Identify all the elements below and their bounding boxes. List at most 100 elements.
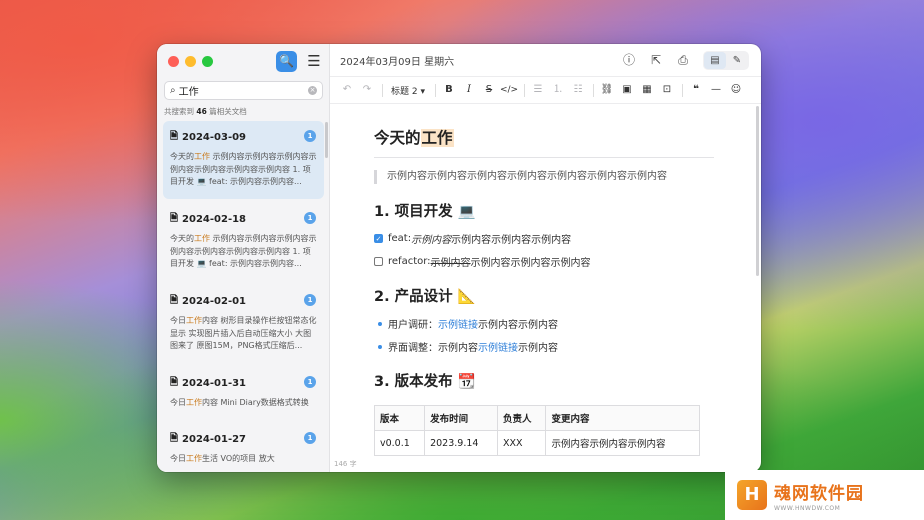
blockquote: 示例内容示例内容示例内容示例内容示例内容示例内容示例内容: [374, 170, 714, 184]
menu-button[interactable]: ☰: [305, 51, 323, 72]
print-icon[interactable]: ⎙: [673, 51, 693, 70]
doc-snippet: 今日工作内容 Mini Diary数据格式转换: [170, 398, 309, 407]
doc-date: 2024-01-31: [182, 378, 247, 389]
redo-icon[interactable]: ↷: [358, 81, 376, 99]
document-icon: 🗎: [170, 433, 179, 444]
format-toolbar: ↶ ↷ 标题 2 ▾ B I S </> ☰ ⒈ ☷ ⛓ ▣ ▦ ⊡ ❝ — ☺: [330, 77, 761, 104]
view-mode-toggle: ▤ ✎: [703, 51, 749, 70]
section-heading: 1. 项目开发 💻: [374, 204, 476, 220]
document-icon: 🗎: [170, 295, 179, 306]
read-mode-icon[interactable]: ▤: [704, 52, 726, 69]
match-count-badge: 1: [304, 432, 316, 444]
doc-snippet: 今天的工作 示例内容示例内容示例内容示例内容示例内容示例内容示例内容 1. 项目…: [170, 234, 317, 268]
toolbar-divider: [592, 83, 594, 97]
task-item: refactor: 示例内容 示例内容示例内容示例内容: [374, 254, 714, 269]
window-controls: [168, 56, 213, 67]
editor-header: 2024年03月09日 星期六 ⓘ ⇱ ⎙ ▤ ✎: [330, 44, 761, 77]
image-icon[interactable]: ▣: [618, 81, 636, 99]
table-header: 版本: [373, 405, 426, 431]
ordered-list-icon[interactable]: ⒈: [549, 81, 567, 99]
toolbar-divider: [681, 83, 683, 97]
editor-scrollbar[interactable]: [756, 106, 759, 276]
undo-icon[interactable]: ↶: [338, 81, 356, 99]
italic-icon[interactable]: I: [460, 81, 478, 99]
search-icon: 🔍: [279, 54, 294, 68]
table-cell: v0.0.1: [373, 430, 426, 456]
heading-select[interactable]: 标题 2 ▾: [387, 84, 429, 97]
menu-icon: ☰: [307, 52, 321, 70]
zoom-window-button[interactable]: [202, 56, 213, 67]
task-list-icon[interactable]: ☷: [569, 81, 587, 99]
editor-content[interactable]: 今天的工作 示例内容示例内容示例内容示例内容示例内容示例内容示例内容 1. 项目…: [373, 126, 714, 456]
export-icon[interactable]: ⇱: [646, 51, 666, 70]
bullet-dot: [378, 344, 382, 349]
search-result-count: 共搜索到 46 篇相关文档: [164, 107, 247, 116]
watermark-url: WWW.HNWDW.COM: [774, 504, 841, 512]
watermark-title: 魂网软件园: [774, 483, 864, 504]
doc-date-title: 2024年03月09日 星期六: [340, 56, 455, 68]
watermark: H 魂网软件园 WWW.HNWDW.COM: [725, 470, 924, 520]
quote-icon[interactable]: ❝: [687, 81, 705, 99]
close-window-button[interactable]: [168, 56, 179, 67]
doc-snippet: 今日工作内容 树形目录操作栏按钮常态化显示 实现图片插入后自动压缩大小 大图图来…: [170, 316, 317, 350]
magnifier-icon: ⌕: [170, 85, 176, 96]
doc-date: 2024-03-09: [182, 132, 247, 143]
bullet-dot: [378, 321, 382, 326]
doc-snippet: 今天的工作 示例内容示例内容示例内容示例内容示例内容示例内容示例内容 1. 项目…: [170, 152, 317, 186]
section-heading: 2. 产品设计 📐: [374, 289, 476, 305]
match-count-badge: 1: [304, 212, 316, 224]
table-header: 发布时间: [424, 405, 498, 431]
toolbar-divider: [382, 83, 383, 97]
horizontal-rule-icon[interactable]: —: [707, 81, 725, 99]
sidebar-scrollbar[interactable]: [325, 122, 328, 158]
bold-icon[interactable]: B: [440, 81, 458, 99]
table-cell: XXX: [496, 430, 547, 456]
table-header: 负责人: [496, 405, 547, 431]
document-icon: 🗎: [170, 131, 179, 142]
minimize-window-button[interactable]: [185, 56, 196, 67]
document-icon: 🗎: [170, 213, 179, 224]
doc-item[interactable]: 🗎 2024-02-18 1 今天的工作 示例内容示例内容示例内容示例内容示例内容…: [163, 203, 324, 281]
match-count-badge: 1: [304, 130, 316, 142]
doc-item[interactable]: 🗎 2024-03-09 1 今天的工作 示例内容示例内容示例内容示例内容示例内容…: [163, 121, 324, 199]
section-heading: 3. 版本发布 📆: [374, 374, 476, 390]
doc-date: 2024-02-01: [182, 296, 247, 307]
doc-link[interactable]: 示例链接: [478, 339, 518, 354]
doc-list: 🗎 2024-03-09 1 今天的工作 示例内容示例内容示例内容示例内容示例内容…: [163, 121, 324, 472]
table-cell: 示例内容示例内容示例内容: [545, 430, 700, 456]
doc-item[interactable]: 🗎 2024-02-01 1 今日工作内容 树形目录操作栏按钮常态化显示 实现图片…: [163, 285, 324, 363]
link-icon[interactable]: ⛓: [598, 81, 616, 99]
task-checkbox[interactable]: ✓: [374, 234, 383, 243]
bullet-list-icon[interactable]: ☰: [529, 81, 547, 99]
editor-pane: 2024年03月09日 星期六 ⓘ ⇱ ⎙ ▤ ✎ ↶ ↷ 标题 2 ▾ B I…: [330, 44, 761, 472]
word-count: 146 字: [334, 460, 357, 468]
doc-snippet: 今日工作生活 VO的项目 放大: [170, 454, 275, 463]
release-table: 版本 发布时间 负责人 变更内容 v0.0.1 2023.9.14 XXX 示例…: [373, 405, 700, 456]
search-input[interactable]: [178, 85, 308, 96]
doc-item[interactable]: 🗎 2024-01-27 1 今日工作生活 VO的项目 放大: [163, 423, 324, 472]
list-item: 界面调整：示例内容 示例链接 示例内容: [374, 339, 714, 354]
emoji-icon[interactable]: ☺: [727, 81, 745, 99]
table-cell: 2023.9.14: [424, 430, 498, 456]
doc-item[interactable]: 🗎 2024-01-31 1 今日工作内容 Mini Diary数据格式转换: [163, 367, 324, 419]
doc-link[interactable]: 示例链接: [438, 316, 478, 331]
doc-title: 今天的工作: [374, 126, 714, 158]
table-icon[interactable]: ▦: [638, 81, 656, 99]
clear-search-icon[interactable]: ×: [308, 86, 317, 95]
strikethrough-icon[interactable]: S: [480, 81, 498, 99]
document-icon: 🗎: [170, 377, 179, 388]
table-row: v0.0.1 2023.9.14 XXX 示例内容示例内容示例内容: [373, 430, 700, 456]
search-box: ⌕ ×: [164, 81, 323, 100]
embed-icon[interactable]: ⊡: [658, 81, 676, 99]
header-actions: ⓘ ⇱ ⎙ ▤ ✎: [612, 51, 749, 70]
toolbar-divider: [434, 83, 436, 97]
task-checkbox[interactable]: [374, 257, 383, 266]
sidebar: 🔍 ☰ ⌕ × 共搜索到 46 篇相关文档 🗎2024-03-09 1 今天的工…: [157, 44, 330, 472]
edit-mode-icon[interactable]: ✎: [726, 52, 748, 69]
code-icon[interactable]: </>: [500, 81, 518, 99]
toolbar-divider: [523, 83, 525, 97]
search-toggle-button[interactable]: 🔍: [276, 51, 297, 72]
table-header: 变更内容: [545, 405, 700, 431]
info-icon[interactable]: ⓘ: [619, 51, 639, 70]
match-count-badge: 1: [304, 294, 316, 306]
